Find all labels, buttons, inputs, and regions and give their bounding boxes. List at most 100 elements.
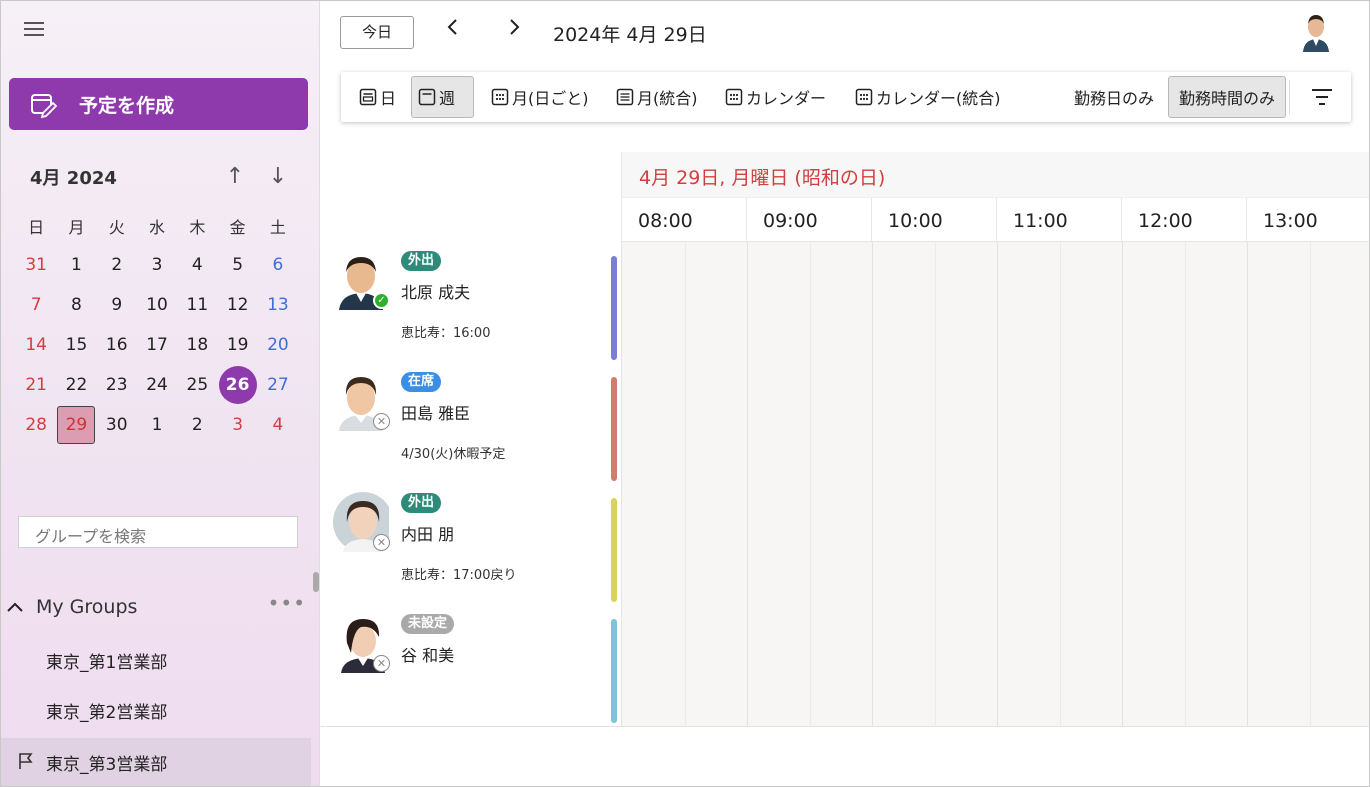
group-search-input[interactable]: グループを検索 [18,516,298,548]
flag-icon [19,753,33,769]
mini-calendar-day[interactable]: 28 [16,405,56,445]
group-item[interactable]: 東京_第1営業部 [0,636,311,684]
time-slots[interactable] [621,605,1370,726]
today-button[interactable]: 今日 [340,16,414,49]
calendar-edit-icon [31,94,57,118]
mini-calendar-day[interactable]: 21 [16,365,56,405]
date-header: 4月 29日, 月曜日 (昭和の日) [621,152,1370,197]
time-header-row: 08:00 09:00 10:00 11:00 12:00 13:00 [621,197,1370,243]
slot-divider [1122,363,1123,484]
view-calendar-button[interactable]: カレンダー [719,76,832,118]
time-label: 08:00 [621,198,746,243]
view-calendar-label: カレンダー [746,89,827,108]
user-avatar[interactable] [1300,12,1332,52]
slot-divider [1247,484,1248,605]
mini-calendar-day[interactable]: 2 [177,405,217,445]
person-name: 谷 和美 [401,646,455,665]
view-month-merged-button[interactable]: 月(統合) [610,76,704,118]
mini-calendar-day[interactable]: 15 [56,325,96,365]
mini-calendar-day[interactable]: 2 [97,245,137,285]
my-groups-header[interactable]: My Groups ••• [6,591,310,620]
mini-calendar-day[interactable]: 29 [56,405,96,445]
mini-calendar-day[interactable]: 9 [97,285,137,325]
mini-calendar-day[interactable]: 13 [258,285,298,325]
view-month-daily-button[interactable]: 月(日ごと) [485,76,595,118]
group-item-active[interactable]: 東京_第3営業部 [0,738,311,786]
selected-day: 26 [218,366,257,404]
mini-calendar-day[interactable]: 14 [16,325,56,365]
mini-calendar-day[interactable]: 24 [137,365,177,405]
time-label: 13:00 [1246,198,1370,243]
time-slots[interactable] [621,363,1370,484]
slot-divider [809,484,811,605]
mini-calendar-day[interactable]: 1 [56,245,96,285]
mini-calendar-day[interactable]: 7 [16,285,56,325]
sidebar-scrollbar[interactable] [313,572,319,592]
mini-calendar-day[interactable]: 30 [97,405,137,445]
time-slots[interactable] [621,242,1370,363]
status-badge: 外出 [401,493,442,513]
person-info[interactable]: ✓ 外出 北原 成夫 恵比寿：16:00 [321,242,621,363]
mini-calendar-day[interactable]: 20 [258,325,298,365]
mini-calendar-day[interactable]: 11 [177,285,217,325]
view-day-label: 日 [380,89,397,108]
slot-divider [1184,605,1186,726]
group-item[interactable]: 東京_第2営業部 [0,686,311,734]
date-header-label: 4月 29日, 月曜日 (昭和の日) [639,167,886,189]
view-day-button[interactable]: 日 [353,76,402,118]
person-info[interactable]: ✕ 在席 田島 雅臣 4/30(火)休暇予定 [321,363,621,484]
calendar-grid-icon [491,88,509,106]
slot-divider [1309,605,1311,726]
next-month-button[interactable]: ↓ [267,164,289,190]
mini-calendar-day[interactable]: 26 [217,365,257,405]
more-options-icon[interactable]: ••• [268,591,306,615]
mini-calendar-day[interactable]: 25 [177,365,217,405]
mini-calendar-day[interactable]: 8 [56,285,96,325]
mini-calendar-day[interactable]: 6 [258,245,298,285]
mini-calendar-day[interactable]: 10 [137,285,177,325]
filter-icon[interactable] [1310,87,1334,107]
person-info[interactable]: ✕ 外出 内田 朋 恵比寿：17:00戻り [321,484,621,605]
view-calendar-merged-button[interactable]: カレンダー(統合) [849,76,1007,118]
slot-divider [747,363,748,484]
previous-month-button[interactable]: ↑ [224,164,246,190]
previous-button[interactable] [438,16,468,46]
mini-calendar-day[interactable]: 27 [258,365,298,405]
mini-calendar-day[interactable]: 19 [217,325,257,365]
mini-calendar-day[interactable]: 3 [217,405,257,445]
person-name: 内田 朋 [401,525,455,544]
mini-calendar-day[interactable]: 17 [137,325,177,365]
person-note: 恵比寿：16:00 [401,326,491,341]
mini-calendar-day[interactable]: 23 [97,365,137,405]
group-item-label: 東京_第2営業部 [46,702,168,723]
mini-calendar-days: 31 1 2 3 4 5 6 7 8 9 10 11 12 13 14 15 16 17 18 19 20 21 22 23 2… [16,245,298,445]
slot-divider [747,484,748,605]
mini-calendar-day[interactable]: 1 [137,405,177,445]
slot-divider [684,242,686,363]
mini-calendar-day[interactable]: 31 [16,245,56,285]
time-label: 11:00 [996,198,1121,243]
mini-calendar-day[interactable]: 18 [177,325,217,365]
status-badge: 未設定 [401,614,455,634]
mini-calendar-day[interactable]: 16 [97,325,137,365]
person-info[interactable]: ✕ 未設定 谷 和美 [321,605,621,726]
time-slots[interactable] [621,484,1370,605]
worktime-only-button[interactable]: 勤務時間のみ [1168,76,1286,118]
workday-only-button[interactable]: 勤務日のみ [1066,76,1162,118]
mini-calendar-day[interactable]: 22 [56,365,96,405]
create-event-button[interactable]: 予定を作成 [9,78,308,130]
slot-divider [1184,242,1186,363]
next-button[interactable] [499,16,529,46]
mini-calendar-day[interactable]: 5 [217,245,257,285]
mini-calendar-day[interactable]: 4 [177,245,217,285]
hamburger-menu-icon[interactable] [24,22,48,40]
mini-calendar-day[interactable]: 12 [217,285,257,325]
slot-divider [1059,484,1061,605]
view-week-button[interactable]: 週 [411,76,474,118]
presence-available-icon: ✓ [373,292,390,309]
mini-calendar-day[interactable]: 3 [137,245,177,285]
mini-calendar-day[interactable]: 4 [258,405,298,445]
list-view-icon [616,88,634,106]
today-marker: 29 [57,406,96,444]
slot-divider [1059,242,1061,363]
